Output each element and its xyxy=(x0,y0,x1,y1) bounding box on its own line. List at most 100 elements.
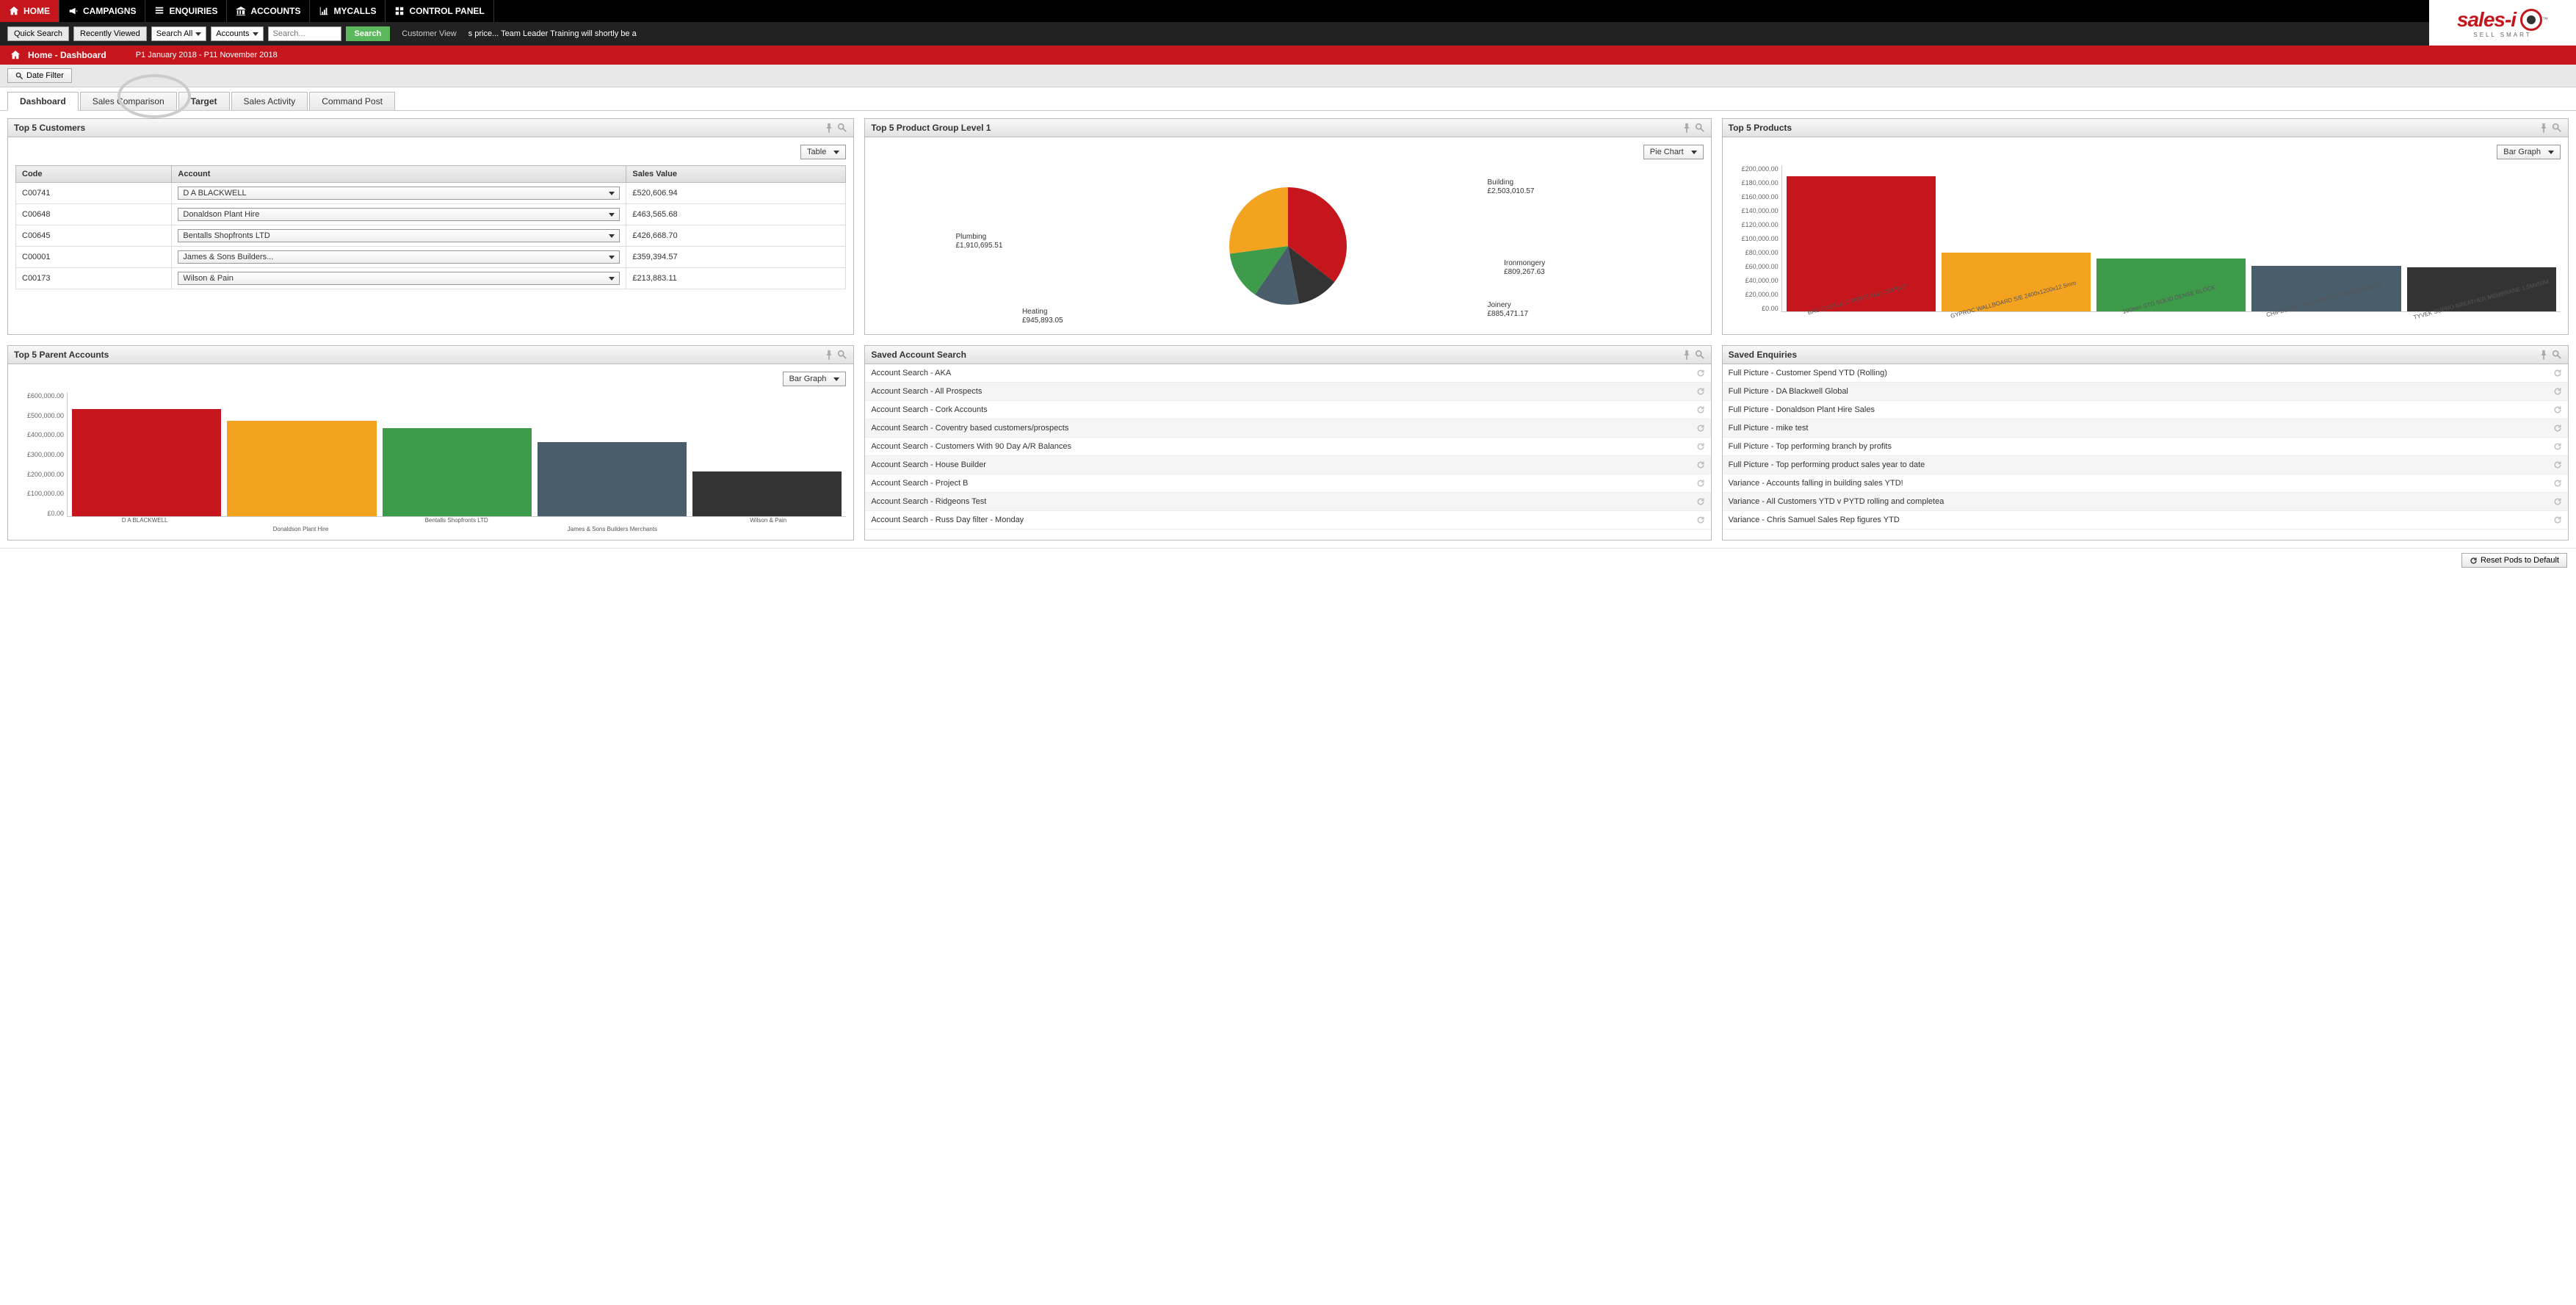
reset-pods-button[interactable]: Reset Pods to Default xyxy=(2461,553,2567,568)
list-item[interactable]: Full Picture - mike test xyxy=(1723,419,2568,438)
refresh-icon[interactable] xyxy=(1696,405,1705,414)
recently-viewed-button[interactable]: Recently Viewed xyxy=(73,26,147,41)
list-item[interactable]: Account Search - AKA xyxy=(865,364,1710,383)
bar[interactable] xyxy=(383,428,532,516)
magnify-icon[interactable] xyxy=(1695,350,1705,360)
chevron-down-icon xyxy=(609,234,615,238)
account-dropdown[interactable]: Donaldson Plant Hire xyxy=(178,208,620,221)
list-item[interactable]: Account Search - Project B xyxy=(865,474,1710,493)
refresh-icon[interactable] xyxy=(2553,442,2562,451)
view-select[interactable]: Pie Chart xyxy=(1643,145,1704,159)
bar[interactable] xyxy=(692,471,842,516)
refresh-icon[interactable] xyxy=(1696,442,1705,451)
list-item[interactable]: Variance - All Customers YTD v PYTD roll… xyxy=(1723,493,2568,511)
cell-account: Wilson & Pain xyxy=(172,268,626,289)
view-select[interactable]: Bar Graph xyxy=(2497,145,2561,159)
chart-label: Plumbing£1,910,695.51 xyxy=(955,233,1002,250)
cell-code: C00645 xyxy=(16,225,172,247)
tab-sales-activity[interactable]: Sales Activity xyxy=(231,92,308,110)
list-item[interactable]: Account Search - Cork Accounts xyxy=(865,401,1710,419)
magnify-icon[interactable] xyxy=(2552,350,2562,360)
refresh-icon[interactable] xyxy=(2553,497,2562,506)
refresh-icon[interactable] xyxy=(1696,369,1705,377)
bar[interactable] xyxy=(227,421,376,516)
y-tick: £100,000.00 xyxy=(1742,235,1779,242)
refresh-icon[interactable] xyxy=(1696,424,1705,433)
refresh-icon[interactable] xyxy=(1696,479,1705,488)
list-item[interactable]: Account Search - Customers With 90 Day A… xyxy=(865,438,1710,456)
list-item[interactable]: Full Picture - Top performing branch by … xyxy=(1723,438,2568,456)
list-item[interactable]: Account Search - Ridgeons Test xyxy=(865,493,1710,511)
list-item[interactable]: Full Picture - Customer Spend YTD (Rolli… xyxy=(1723,364,2568,383)
ticker-text: s price... Team Leader Training will sho… xyxy=(468,29,637,38)
table-row: C00648 Donaldson Plant Hire £463,565.68 xyxy=(16,204,846,225)
refresh-icon[interactable] xyxy=(2553,479,2562,488)
chevron-down-icon xyxy=(609,192,615,195)
pin-icon[interactable] xyxy=(1682,350,1692,360)
pin-icon[interactable] xyxy=(2539,123,2549,133)
search-all-select[interactable]: Search All xyxy=(151,26,207,41)
nav-home[interactable]: HOME xyxy=(0,0,59,22)
list-item[interactable]: Full Picture - Top performing product sa… xyxy=(1723,456,2568,474)
magnify-icon[interactable] xyxy=(837,123,847,133)
magnify-icon[interactable] xyxy=(1695,123,1705,133)
view-select[interactable]: Bar Graph xyxy=(783,372,847,386)
bar[interactable] xyxy=(2251,266,2400,311)
search-button[interactable]: Search xyxy=(346,26,391,41)
view-select[interactable]: Table xyxy=(800,145,846,159)
date-filter-button[interactable]: Date Filter xyxy=(7,68,72,83)
magnify-icon[interactable] xyxy=(2552,123,2562,133)
cell-account: D A BLACKWELL xyxy=(172,183,626,204)
search-input[interactable] xyxy=(268,26,341,41)
nav-mycalls[interactable]: MYCALLS xyxy=(310,0,386,22)
refresh-icon[interactable] xyxy=(1696,387,1705,396)
list-item[interactable]: Account Search - Coventry based customer… xyxy=(865,419,1710,438)
tab-target[interactable]: Target xyxy=(178,92,230,110)
bar[interactable] xyxy=(1787,176,1936,311)
bar[interactable] xyxy=(2407,267,2556,311)
account-dropdown[interactable]: D A BLACKWELL xyxy=(178,187,620,200)
tab-command-post[interactable]: Command Post xyxy=(309,92,395,110)
list-item[interactable]: Variance - Accounts falling in building … xyxy=(1723,474,2568,493)
refresh-icon[interactable] xyxy=(2553,405,2562,414)
nav-enquiries[interactable]: ENQUIRIES xyxy=(145,0,227,22)
account-dropdown[interactable]: James & Sons Builders... xyxy=(178,250,620,264)
tab-dashboard[interactable]: Dashboard xyxy=(7,92,79,111)
pin-icon[interactable] xyxy=(824,350,834,360)
bar[interactable] xyxy=(72,409,221,516)
list-item[interactable]: Full Picture - DA Blackwell Global xyxy=(1723,383,2568,401)
refresh-icon[interactable] xyxy=(2553,369,2562,377)
refresh-icon[interactable] xyxy=(1696,516,1705,524)
tab-sales-comparison[interactable]: Sales Comparison xyxy=(80,92,177,110)
refresh-icon[interactable] xyxy=(2553,387,2562,396)
magnify-icon[interactable] xyxy=(837,350,847,360)
customers-table: Code Account Sales Value C00741 D A BLAC… xyxy=(15,165,846,289)
pin-icon[interactable] xyxy=(2539,350,2549,360)
list-item[interactable]: Full Picture - Donaldson Plant Hire Sale… xyxy=(1723,401,2568,419)
list-item[interactable]: Account Search - House Builder xyxy=(865,456,1710,474)
pin-icon[interactable] xyxy=(824,123,834,133)
nav-accounts[interactable]: ACCOUNTS xyxy=(227,0,310,22)
accounts-select[interactable]: Accounts xyxy=(211,26,263,41)
list-item[interactable]: Account Search - All Prospects xyxy=(865,383,1710,401)
list-item[interactable]: Account Search - Russ Day filter - Monda… xyxy=(865,511,1710,529)
pie-slice[interactable] xyxy=(1229,187,1288,253)
y-tick: £120,000.00 xyxy=(1742,221,1779,228)
refresh-icon[interactable] xyxy=(2553,516,2562,524)
pin-icon[interactable] xyxy=(1682,123,1692,133)
account-dropdown[interactable]: Bentalls Shopfronts LTD xyxy=(178,229,620,242)
refresh-icon[interactable] xyxy=(2553,424,2562,433)
table-row: C00741 D A BLACKWELL £520,606.94 xyxy=(16,183,846,204)
table-row: C00173 Wilson & Pain £213,883.11 xyxy=(16,268,846,289)
list-item[interactable]: Variance - Chris Samuel Sales Rep figure… xyxy=(1723,511,2568,529)
account-dropdown[interactable]: Wilson & Pain xyxy=(178,272,620,285)
x-label: D A BLACKWELL xyxy=(67,517,222,532)
nav-control-panel[interactable]: CONTROL PANEL xyxy=(386,0,493,22)
refresh-icon[interactable] xyxy=(2553,460,2562,469)
nav-campaigns[interactable]: CAMPAIGNS xyxy=(59,0,145,22)
bar[interactable] xyxy=(538,442,687,516)
refresh-icon[interactable] xyxy=(1696,497,1705,506)
quick-search-button[interactable]: Quick Search xyxy=(7,26,69,41)
refresh-icon[interactable] xyxy=(1696,460,1705,469)
top-nav: HOME CAMPAIGNS ENQUIRIES ACCOUNTS MYCALL… xyxy=(0,0,2576,22)
